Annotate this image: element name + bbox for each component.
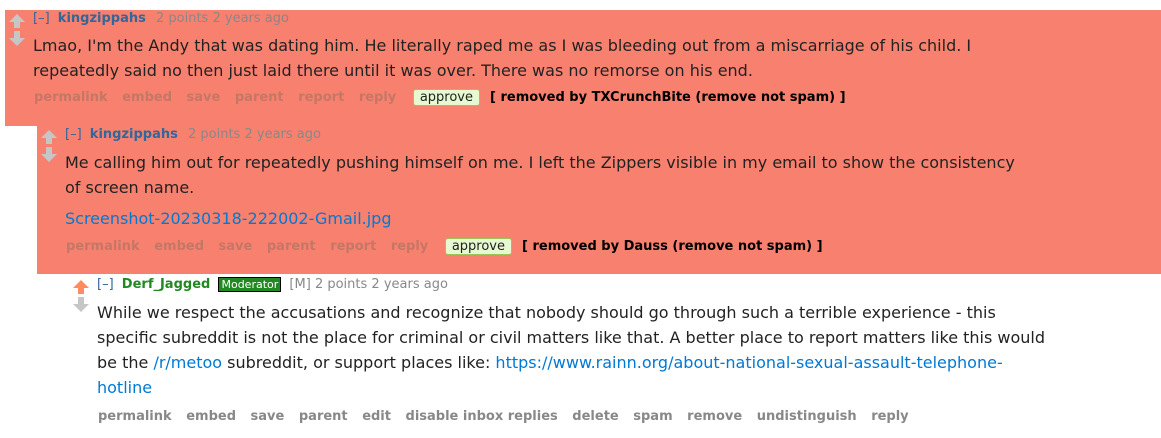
body-line: of screen name. bbox=[65, 178, 195, 197]
upvote-arrow-icon[interactable] bbox=[41, 130, 57, 144]
upvote-arrow-icon[interactable] bbox=[73, 280, 89, 294]
body-line: hotline bbox=[97, 375, 1157, 400]
approve-button[interactable]: approve bbox=[412, 89, 480, 106]
rainn-link[interactable]: https://www.rainn.org/about-national-sex… bbox=[495, 353, 1002, 372]
rainn-link-continued[interactable]: hotline bbox=[97, 378, 152, 397]
remove-button[interactable]: remove bbox=[687, 409, 742, 424]
comment-tagline: [–] Derf_Jagged Moderator [M] 2 points 2… bbox=[97, 277, 448, 292]
author-link[interactable]: kingzippahs bbox=[90, 127, 178, 142]
comment-tagline: [–] kingzippahs 2 points 2 years ago bbox=[65, 127, 321, 142]
permalink-button[interactable]: permalink bbox=[34, 90, 108, 105]
comment-actions: permalink embed save parent report reply… bbox=[66, 238, 833, 255]
body-line: be the /r/metoo subreddit, or support pl… bbox=[97, 350, 1157, 375]
body-text-fragment: be the bbox=[97, 353, 154, 372]
embed-button[interactable]: embed bbox=[122, 90, 172, 105]
timestamp: 2 years ago bbox=[371, 277, 448, 292]
report-button[interactable]: report bbox=[330, 239, 376, 254]
author-link[interactable]: kingzippahs bbox=[58, 11, 146, 26]
collapse-toggle[interactable]: [–] bbox=[33, 11, 50, 26]
parent-button[interactable]: parent bbox=[267, 239, 316, 254]
approve-button[interactable]: approve bbox=[444, 238, 512, 255]
comment-actions: permalink embed save parent edit disable… bbox=[98, 409, 919, 424]
score: 2 points bbox=[188, 127, 241, 142]
score: 2 points bbox=[156, 11, 209, 26]
body-line: While we respect the accusations and rec… bbox=[97, 303, 996, 322]
body-line: repeatedly said no then just laid there … bbox=[33, 61, 753, 80]
comment-body: While we respect the accusations and rec… bbox=[97, 300, 1157, 400]
removed-note: [ removed by TXCrunchBite (remove not sp… bbox=[490, 90, 846, 105]
comment-body: Me calling him out for repeatedly pushin… bbox=[65, 150, 1155, 200]
undistinguish-button[interactable]: undistinguish bbox=[757, 409, 857, 424]
comment-1: [–] kingzippahs 2 points 2 years ago Lma… bbox=[5, 10, 1161, 126]
embed-button[interactable]: embed bbox=[186, 409, 236, 424]
permalink-button[interactable]: permalink bbox=[98, 409, 172, 424]
comment-3: [–] Derf_Jagged Moderator [M] 2 points 2… bbox=[69, 274, 1161, 438]
moderator-flag: [M] bbox=[289, 277, 311, 292]
downvote-arrow-icon[interactable] bbox=[41, 147, 57, 162]
save-button[interactable]: save bbox=[219, 239, 253, 254]
save-button[interactable]: save bbox=[251, 409, 285, 424]
permalink-button[interactable]: permalink bbox=[66, 239, 140, 254]
reply-button[interactable]: reply bbox=[359, 90, 396, 105]
subreddit-link[interactable]: /r/metoo bbox=[153, 353, 222, 372]
comment-body: Lmao, I'm the Andy that was dating him. … bbox=[33, 33, 1153, 83]
reply-button[interactable]: reply bbox=[871, 409, 908, 424]
timestamp: 2 years ago bbox=[244, 127, 321, 142]
body-line: specific subreddit is not the place for … bbox=[97, 328, 1046, 347]
comment-tagline: [–] kingzippahs 2 points 2 years ago bbox=[33, 11, 289, 26]
vote-arrows bbox=[39, 130, 59, 162]
body-text-fragment: subreddit, or support places like: bbox=[222, 353, 496, 372]
body-line: Lmao, I'm the Andy that was dating him. … bbox=[33, 36, 972, 55]
score: 2 points bbox=[314, 277, 368, 292]
author-link[interactable]: Derf_Jagged bbox=[122, 277, 211, 292]
downvote-arrow-icon[interactable] bbox=[73, 297, 89, 312]
report-button[interactable]: report bbox=[298, 90, 344, 105]
removed-note: [ removed by Dauss (remove not spam) ] bbox=[522, 239, 823, 254]
embed-button[interactable]: embed bbox=[154, 239, 204, 254]
comment-actions: permalink embed save parent report reply… bbox=[34, 89, 856, 106]
vote-arrows bbox=[71, 280, 91, 312]
parent-button[interactable]: parent bbox=[299, 409, 348, 424]
edit-button[interactable]: edit bbox=[362, 409, 391, 424]
vote-arrows bbox=[7, 14, 27, 46]
parent-button[interactable]: parent bbox=[235, 90, 284, 105]
comment-2: [–] kingzippahs 2 points 2 years ago Me … bbox=[37, 126, 1161, 274]
timestamp: 2 years ago bbox=[212, 11, 289, 26]
reply-button[interactable]: reply bbox=[391, 239, 428, 254]
collapse-toggle[interactable]: [–] bbox=[97, 277, 114, 292]
save-button[interactable]: save bbox=[187, 90, 221, 105]
upvote-arrow-icon[interactable] bbox=[9, 14, 25, 28]
downvote-arrow-icon[interactable] bbox=[9, 31, 25, 46]
disable-inbox-replies-button[interactable]: disable inbox replies bbox=[406, 409, 558, 424]
body-line: Me calling him out for repeatedly pushin… bbox=[65, 153, 1015, 172]
attachment-link[interactable]: Screenshot-20230318-222002-Gmail.jpg bbox=[65, 209, 392, 228]
delete-button[interactable]: delete bbox=[572, 409, 618, 424]
moderator-flair: Moderator bbox=[218, 277, 282, 292]
collapse-toggle[interactable]: [–] bbox=[65, 127, 82, 142]
spam-button[interactable]: spam bbox=[633, 409, 672, 424]
